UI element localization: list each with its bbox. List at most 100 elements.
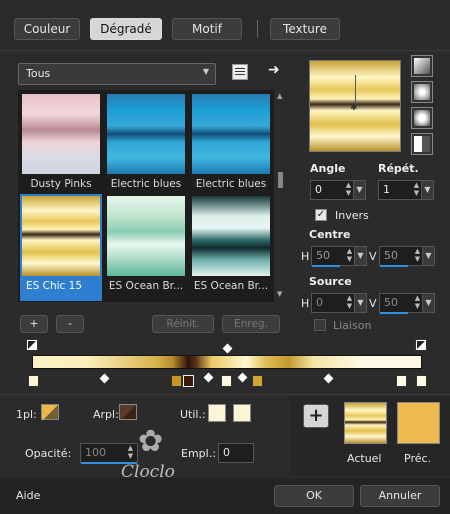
color-stop[interactable] bbox=[183, 375, 194, 387]
user-label: Util.: bbox=[180, 408, 206, 421]
gradient-name: ES Chic 15 bbox=[26, 280, 83, 292]
editor-divider bbox=[0, 394, 450, 395]
ok-button[interactable]: OK bbox=[274, 485, 354, 507]
sunburst-style-icon[interactable] bbox=[411, 107, 433, 129]
user-swatch-2[interactable] bbox=[233, 404, 251, 422]
add-swatch-button[interactable]: + bbox=[303, 404, 329, 428]
color-stop[interactable] bbox=[252, 375, 263, 387]
angle-input[interactable]: 0 ▲ ▼ ▼ bbox=[310, 180, 366, 200]
spin-arrows-icon[interactable]: ▲ ▼ bbox=[345, 294, 354, 312]
remove-gradient-button[interactable]: - bbox=[56, 315, 84, 333]
reset-button[interactable]: Réinit. bbox=[152, 315, 214, 333]
spin-arrows-icon[interactable]: ▲ ▼ bbox=[413, 247, 422, 265]
source-label: Source bbox=[309, 275, 352, 288]
location-input[interactable]: 0 bbox=[218, 443, 254, 463]
add-gradient-button[interactable]: + bbox=[20, 315, 48, 333]
scroll-down-icon[interactable]: ▼ bbox=[277, 290, 282, 298]
gradient-thumb-dusty-pinks[interactable]: Dusty Pinks bbox=[20, 92, 102, 199]
angle-label: Angle bbox=[310, 162, 346, 175]
arrow-right-icon[interactable]: ➜ bbox=[268, 62, 280, 78]
chevron-down-icon[interactable]: ▼ bbox=[354, 247, 366, 265]
user-swatch-1[interactable] bbox=[208, 404, 226, 422]
chevron-down-icon[interactable]: ▼ bbox=[353, 181, 365, 199]
category-dropdown-value: Tous bbox=[26, 67, 51, 80]
opacity-input[interactable]: 100 ▲ ▼ bbox=[80, 443, 138, 464]
cancel-button[interactable]: Annuler bbox=[360, 485, 440, 507]
linear-style-icon[interactable] bbox=[411, 55, 433, 77]
angle-handle-point[interactable]: ✱ bbox=[350, 103, 358, 113]
chevron-down-icon[interactable]: ▼ bbox=[422, 294, 434, 312]
gradient-swatch bbox=[192, 196, 270, 276]
gradient-editor-bar[interactable] bbox=[32, 355, 422, 369]
first-plan-label: 1pl: bbox=[16, 408, 37, 421]
invert-checkbox[interactable]: ✓ bbox=[315, 209, 327, 221]
color-stop[interactable] bbox=[221, 375, 232, 387]
centre-label: Centre bbox=[309, 228, 351, 241]
value-bar bbox=[312, 265, 340, 267]
location-label: Empl.: bbox=[181, 447, 216, 460]
centre-h-label: H bbox=[301, 250, 310, 263]
spin-arrows-icon[interactable]: ▲ ▼ bbox=[345, 247, 354, 265]
color-stop[interactable] bbox=[171, 375, 182, 387]
value-bar bbox=[380, 312, 408, 314]
tab-texture[interactable]: Texture bbox=[270, 18, 340, 40]
gradient-gallery: Dusty Pinks Electric blues Electric blue… bbox=[18, 90, 274, 302]
color-stop[interactable] bbox=[28, 375, 39, 387]
chevron-down-icon[interactable]: ▼ bbox=[354, 294, 366, 312]
gradient-thumb-es-chic-15[interactable]: ES Chic 15 bbox=[20, 194, 102, 301]
invert-label: Invers bbox=[335, 209, 369, 222]
gradient-preview[interactable]: ✱ bbox=[309, 60, 401, 152]
gradient-thumb-electric-blues-1[interactable]: Electric blues bbox=[105, 92, 187, 199]
centre-h-input[interactable]: 50 ▲ ▼ ▼ bbox=[311, 246, 367, 267]
color-midpoint[interactable] bbox=[323, 373, 334, 384]
color-midpoint[interactable] bbox=[203, 372, 214, 383]
spin-arrows-icon[interactable]: ▲ ▼ bbox=[412, 181, 421, 199]
help-link[interactable]: Aide bbox=[16, 489, 40, 502]
color-midpoint[interactable] bbox=[237, 372, 248, 383]
repeat-input[interactable]: 1 ▲ ▼ ▼ bbox=[378, 180, 434, 200]
tab-separator bbox=[257, 20, 258, 38]
tab-motif[interactable]: Motif bbox=[172, 18, 242, 40]
source-v-input[interactable]: 50 ▲ ▼ ▼ bbox=[379, 293, 435, 314]
category-dropdown[interactable]: Tous ▼ bbox=[18, 63, 216, 85]
chevron-down-icon[interactable]: ▼ bbox=[422, 247, 434, 265]
centre-v-label: V bbox=[369, 250, 377, 263]
gradient-thumb-electric-blues-2[interactable]: Electric blues bbox=[190, 92, 272, 199]
tab-couleur[interactable]: Couleur bbox=[14, 18, 80, 40]
gradient-thumb-es-ocean-1[interactable]: ES Ocean Br... bbox=[105, 194, 187, 301]
opacity-label: Opacité: bbox=[25, 447, 72, 460]
previous-label: Préc. bbox=[404, 452, 432, 465]
radial-style-icon[interactable] bbox=[411, 133, 433, 155]
scrollbar-thumb[interactable] bbox=[278, 172, 283, 188]
current-gradient-swatch[interactable] bbox=[344, 402, 387, 444]
centre-v-input[interactable]: 50 ▲ ▼ ▼ bbox=[379, 246, 435, 267]
color-stop[interactable] bbox=[416, 375, 427, 387]
value-bar bbox=[380, 265, 408, 267]
scroll-up-icon[interactable]: ▲ bbox=[277, 92, 282, 100]
color-midpoint[interactable] bbox=[99, 373, 110, 384]
opacity-stop-right[interactable] bbox=[415, 339, 427, 351]
gradient-thumb-es-ocean-2[interactable]: ES Ocean Br... bbox=[190, 194, 272, 301]
gradient-name: Dusty Pinks bbox=[30, 178, 92, 190]
tab-degrade[interactable]: Dégradé bbox=[90, 18, 162, 40]
spin-arrows-icon[interactable]: ▲ ▼ bbox=[126, 444, 135, 462]
gradient-swatch bbox=[22, 94, 100, 174]
gradient-swatch bbox=[107, 94, 185, 174]
background-swatch[interactable] bbox=[119, 404, 137, 420]
color-stop[interactable] bbox=[396, 375, 407, 387]
spin-arrows-icon[interactable]: ▲ ▼ bbox=[344, 181, 353, 199]
repeat-label: Répét. bbox=[378, 162, 419, 175]
gradient-menu-icon[interactable] bbox=[232, 64, 248, 80]
previous-swatch[interactable] bbox=[397, 402, 440, 444]
link-checkbox[interactable] bbox=[314, 319, 326, 331]
spin-arrows-icon[interactable]: ▲ ▼ bbox=[413, 294, 422, 312]
opacity-stop-left[interactable] bbox=[26, 339, 38, 351]
chevron-down-icon[interactable]: ▼ bbox=[421, 181, 433, 199]
source-h-input[interactable]: 0 ▲ ▼ ▼ bbox=[311, 293, 367, 313]
opacity-midpoint[interactable] bbox=[222, 343, 233, 354]
rectangular-style-icon[interactable] bbox=[411, 81, 433, 103]
first-plan-swatch[interactable] bbox=[41, 404, 59, 420]
gradient-name: ES Ocean Br... bbox=[108, 280, 184, 292]
gallery-scrollbar[interactable]: ▲ ▼ bbox=[276, 90, 285, 302]
save-gradient-button[interactable]: Enreg. bbox=[222, 315, 280, 333]
